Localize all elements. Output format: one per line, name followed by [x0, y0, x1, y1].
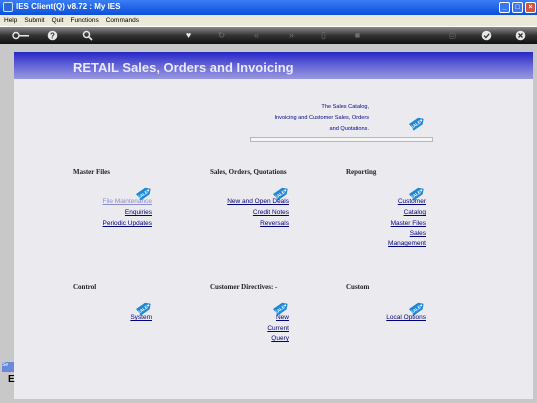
window-title: IES Client(Q) v8.72 : My IES [16, 2, 121, 11]
maximize-button[interactable]: □ [512, 2, 523, 13]
stop-icon[interactable]: ■ [352, 30, 363, 41]
page-banner: RETAIL Sales, Orders and Invoicing [14, 52, 533, 79]
link-file-maintenance[interactable]: File Maintenance [103, 198, 153, 205]
side-tab[interactable]: Se [2, 362, 14, 372]
side-letter: E [8, 374, 15, 385]
section-reporting: Reporting [346, 168, 377, 176]
section-control: Control [73, 283, 97, 291]
section-custom: Custom [346, 283, 370, 291]
menu-help[interactable]: Help [4, 17, 17, 24]
section-customer-directives: Customer Directives: - [210, 283, 278, 291]
title-bar: IES Client(Q) v8.72 : My IES _ □ × [0, 0, 537, 15]
ok-icon[interactable] [481, 30, 492, 41]
side-strip: Se E [0, 360, 15, 403]
close-window-button[interactable]: × [525, 2, 536, 13]
link-query[interactable]: Query [271, 335, 289, 342]
svg-text:?: ? [50, 31, 55, 40]
key-icon[interactable] [12, 30, 30, 41]
app-icon [3, 2, 13, 12]
page-title: RETAIL Sales, Orders and Invoicing [73, 60, 294, 75]
minimize-button[interactable]: _ [499, 2, 510, 13]
link-new[interactable]: New [276, 314, 289, 321]
description-bar [250, 137, 433, 142]
link-catalog[interactable]: Catalog [404, 209, 426, 216]
help-icon[interactable]: ? [47, 30, 58, 41]
link-local-options[interactable]: Local Options [386, 314, 426, 321]
heart-icon[interactable]: ♥ [183, 30, 194, 41]
link-customer[interactable]: Customer [398, 198, 426, 205]
link-management[interactable]: Management [388, 240, 426, 247]
section-master-files: Master Files [73, 168, 110, 176]
search-icon[interactable] [82, 30, 93, 41]
sale-tag-icon: SALE [409, 117, 424, 131]
close-icon[interactable] [515, 30, 526, 41]
section-sales-orders-quotations: Sales, Orders, Quotations [210, 168, 287, 176]
toolbar: ? ♥ ↻ « » ▯ ■ ⎙ [0, 27, 537, 44]
link-sales[interactable]: Sales [410, 230, 426, 237]
link-master-files[interactable]: Master Files [391, 220, 426, 227]
rewind-icon[interactable]: « [251, 30, 262, 41]
menu-quit[interactable]: Quit [52, 17, 64, 24]
refresh-icon[interactable]: ↻ [216, 30, 227, 41]
menu-functions[interactable]: Functions [71, 17, 99, 24]
menu-submit[interactable]: Submit [24, 17, 44, 24]
link-system[interactable]: System [130, 314, 152, 321]
menu-bar: Help Submit Quit Functions Commands [0, 15, 537, 26]
description-line-2: Invoicing and Customer Sales, Orders [274, 115, 369, 121]
fast-forward-icon[interactable]: » [286, 30, 297, 41]
link-credit-notes[interactable]: Credit Notes [253, 209, 289, 216]
page-icon[interactable]: ▯ [318, 30, 329, 41]
description-line-3: and Quotations. [329, 126, 370, 132]
menu-commands[interactable]: Commands [106, 17, 139, 24]
link-current[interactable]: Current [267, 325, 289, 332]
description-line-1: The Sales Catalog, [321, 104, 369, 110]
link-periodic-updates[interactable]: Periodic Updates [103, 220, 153, 227]
link-enquiries[interactable]: Enquiries [125, 209, 152, 216]
link-new-and-open-deals[interactable]: New and Open Deals [227, 198, 289, 205]
workspace: RETAIL Sales, Orders and Invoicing The S… [0, 44, 537, 403]
link-reversals[interactable]: Reversals [260, 220, 289, 227]
main-panel: RETAIL Sales, Orders and Invoicing The S… [14, 52, 533, 399]
print-icon[interactable]: ⎙ [447, 30, 458, 41]
